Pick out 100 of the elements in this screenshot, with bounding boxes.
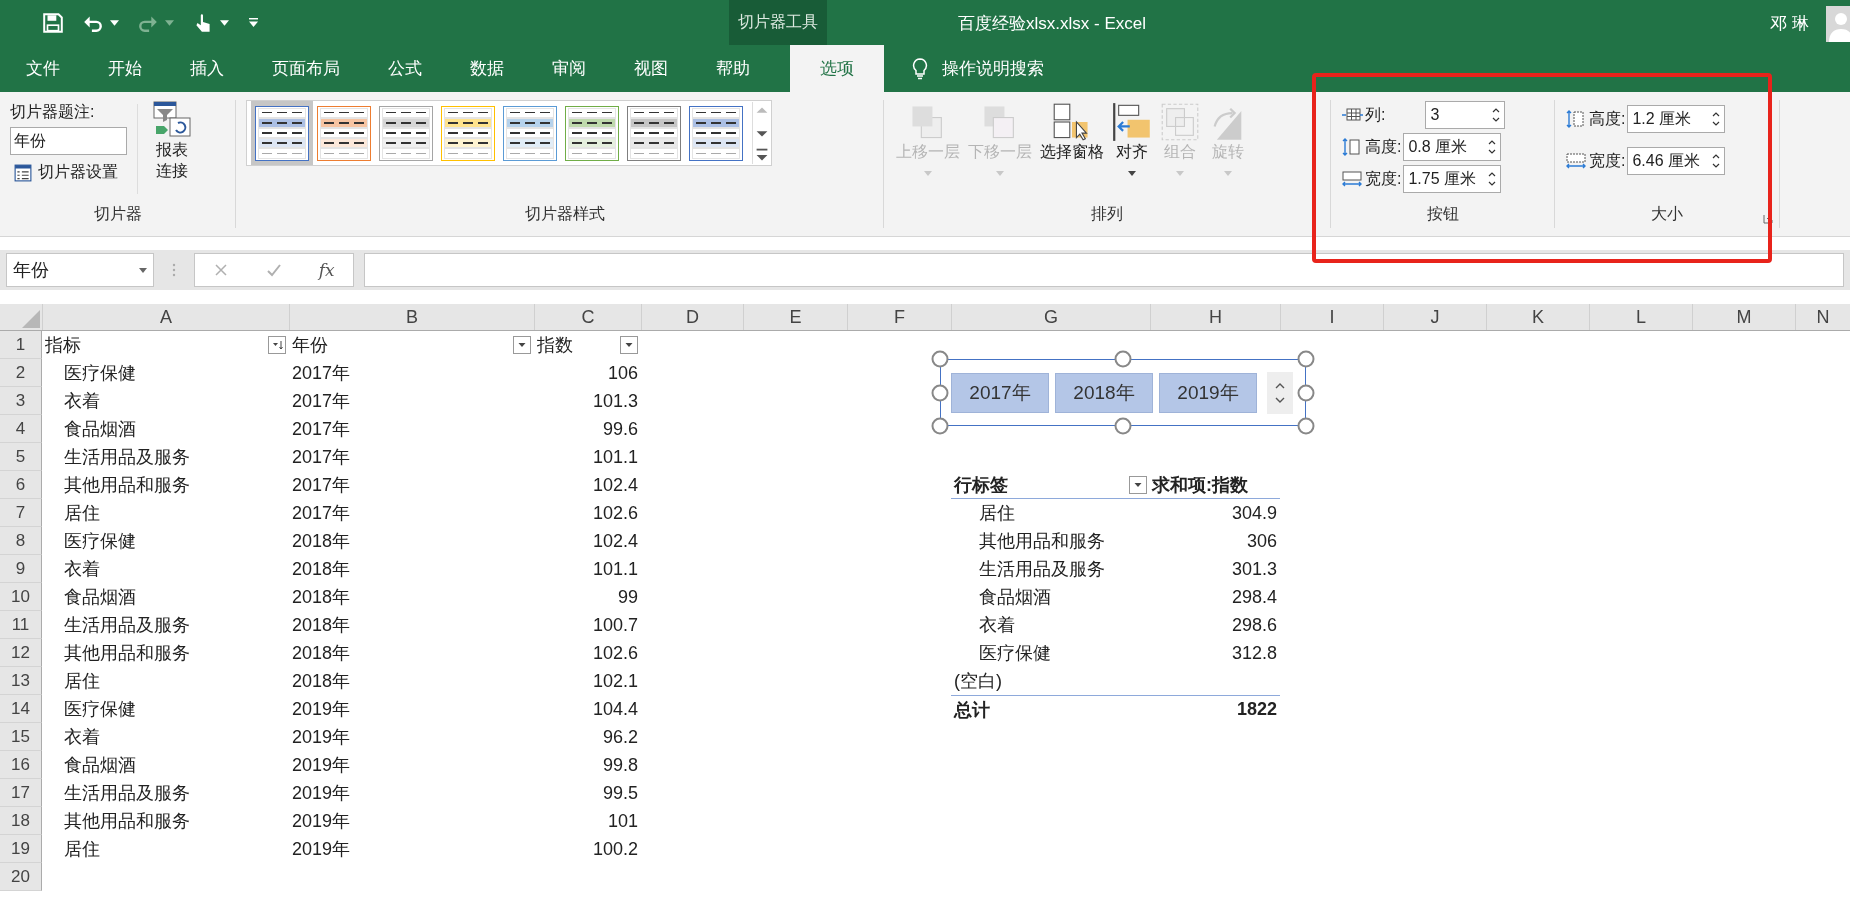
filter-dropdown-icon[interactable] (620, 336, 638, 354)
insert-function-button[interactable]: fx (318, 260, 335, 280)
spin-field[interactable]: 1.75 厘米 (1403, 165, 1502, 193)
slicer-item[interactable]: 2019年 (1159, 372, 1257, 413)
table-cell-text: 衣着 (64, 558, 100, 581)
column-header[interactable]: N (1795, 304, 1850, 330)
spinner-arrows-icon[interactable] (1712, 110, 1721, 128)
spin-field[interactable]: 6.46 厘米 (1627, 147, 1726, 175)
filter-dropdown-icon[interactable] (513, 336, 531, 354)
spinner-arrows-icon[interactable] (1492, 106, 1501, 124)
customize-toolbar-icon[interactable] (249, 18, 258, 27)
slicer[interactable]: 2017年 2018年 2019年 (940, 359, 1306, 426)
report-connections-button[interactable]: 报表连接 (148, 100, 196, 204)
slicer-settings-button[interactable]: 切片器设置 (10, 159, 127, 186)
column-header[interactable]: I (1280, 304, 1383, 330)
row-header[interactable]: 11 (0, 611, 42, 639)
ribbon-tab[interactable]: 帮助 (694, 45, 772, 92)
pivot-row-label[interactable]: 其他用品和服务 (979, 529, 1105, 553)
pivot-row-label[interactable]: (空白) (954, 669, 1002, 693)
row-header[interactable]: 13 (0, 667, 42, 695)
column-header[interactable]: D (641, 304, 743, 330)
slicer-item[interactable]: 2017年 (951, 372, 1049, 413)
column-header[interactable]: F (847, 304, 951, 330)
pivot-row-label[interactable]: 医疗保健 (979, 641, 1051, 665)
pivot-row-label[interactable]: 食品烟酒 (979, 585, 1051, 609)
caret-icon[interactable] (110, 19, 119, 26)
column-header[interactable]: L (1589, 304, 1692, 330)
column-header[interactable]: A (42, 304, 289, 330)
slicer-item[interactable]: 2018年 (1055, 372, 1153, 413)
row-header[interactable]: 5 (0, 443, 42, 471)
pivot-value-cell: 304.9 (1231, 502, 1277, 524)
ribbon-tab[interactable]: 文件 (4, 45, 82, 92)
ribbon-tab[interactable]: 选项 (790, 45, 884, 92)
column-header[interactable]: E (743, 304, 847, 330)
row-header[interactable]: 12 (0, 639, 42, 667)
spinner-arrows-icon[interactable] (1488, 170, 1497, 188)
row-header[interactable]: 2 (0, 359, 42, 387)
resize-handle[interactable] (931, 350, 949, 368)
ribbon-tab[interactable]: 公式 (366, 45, 444, 92)
arrange-button[interactable]: 选择窗格 (1036, 100, 1108, 204)
table-cell-text: 生活用品及服务 (64, 782, 190, 805)
row-header[interactable]: 1 (0, 331, 42, 359)
formula-input[interactable] (364, 253, 1844, 287)
column-header[interactable]: G (951, 304, 1150, 330)
column-header[interactable]: K (1486, 304, 1589, 330)
row-header[interactable]: 19 (0, 835, 42, 863)
spin-field[interactable]: 0.8 厘米 (1403, 133, 1502, 161)
ribbon-tab[interactable]: 开始 (86, 45, 164, 92)
ribbon-tab[interactable]: 页面布局 (250, 45, 362, 92)
name-box[interactable]: 年份 (6, 253, 154, 287)
ribbon-tab[interactable]: 视图 (612, 45, 690, 92)
pivot-row-label[interactable]: 衣着 (979, 613, 1015, 637)
resize-handle[interactable] (1114, 417, 1132, 435)
spin-field[interactable]: 1.2 厘米 (1627, 105, 1726, 133)
filter-dropdown-icon[interactable] (1129, 475, 1147, 494)
checkmark-icon[interactable] (266, 262, 283, 278)
caret-icon[interactable] (220, 19, 229, 26)
row-header[interactable]: 8 (0, 527, 42, 555)
column-header[interactable]: C (534, 304, 641, 330)
row-header[interactable]: 14 (0, 695, 42, 723)
row-header[interactable]: 3 (0, 387, 42, 415)
resize-handle[interactable] (1114, 350, 1132, 368)
resize-handle[interactable] (931, 417, 949, 435)
ribbon-tab[interactable]: 审阅 (530, 45, 608, 92)
resize-handle[interactable] (1297, 383, 1315, 402)
row-header[interactable]: 18 (0, 807, 42, 835)
lightbulb-icon[interactable] (912, 57, 928, 80)
row-header[interactable]: 10 (0, 583, 42, 611)
column-header[interactable]: J (1383, 304, 1486, 330)
user-name[interactable]: 邓 琳 (1770, 12, 1809, 35)
sort-filter-icon[interactable] (268, 336, 286, 354)
pivot-row-label[interactable]: 居住 (979, 501, 1015, 525)
column-header[interactable]: H (1150, 304, 1280, 330)
save-icon[interactable] (42, 11, 64, 34)
spinner-arrows-icon[interactable] (1712, 152, 1721, 170)
tell-me-search[interactable]: 操作说明搜索 (942, 45, 1044, 92)
spinner-arrows-icon[interactable] (1488, 138, 1497, 156)
caption-field[interactable]: 年份 (10, 127, 127, 155)
row-header[interactable]: 4 (0, 415, 42, 443)
column-header[interactable]: B (289, 304, 534, 330)
resize-handle[interactable] (931, 383, 949, 402)
row-header[interactable]: 17 (0, 779, 42, 807)
dialog-launcher-icon[interactable] (1763, 214, 1773, 224)
resize-handle[interactable] (1297, 417, 1315, 435)
filter-connections-icon (152, 100, 192, 140)
column-header[interactable]: M (1692, 304, 1795, 330)
row-header[interactable]: 7 (0, 499, 42, 527)
ribbon-tab[interactable]: 数据 (448, 45, 526, 92)
row-header[interactable]: 15 (0, 723, 42, 751)
field-label: 高度: (1365, 136, 1402, 157)
row-header[interactable]: 20 (0, 863, 42, 891)
resize-handle[interactable] (1297, 350, 1315, 368)
row-header[interactable]: 6 (0, 471, 42, 499)
ribbon-tab[interactable]: 插入 (168, 45, 246, 92)
table-cell-text: 衣着 (64, 726, 100, 749)
row-header[interactable]: 9 (0, 555, 42, 583)
spin-field[interactable]: 3 (1425, 101, 1506, 129)
pivot-row-label[interactable]: 生活用品及服务 (979, 557, 1105, 581)
row-header[interactable]: 16 (0, 751, 42, 779)
arrange-button[interactable]: 对齐 (1108, 100, 1156, 204)
